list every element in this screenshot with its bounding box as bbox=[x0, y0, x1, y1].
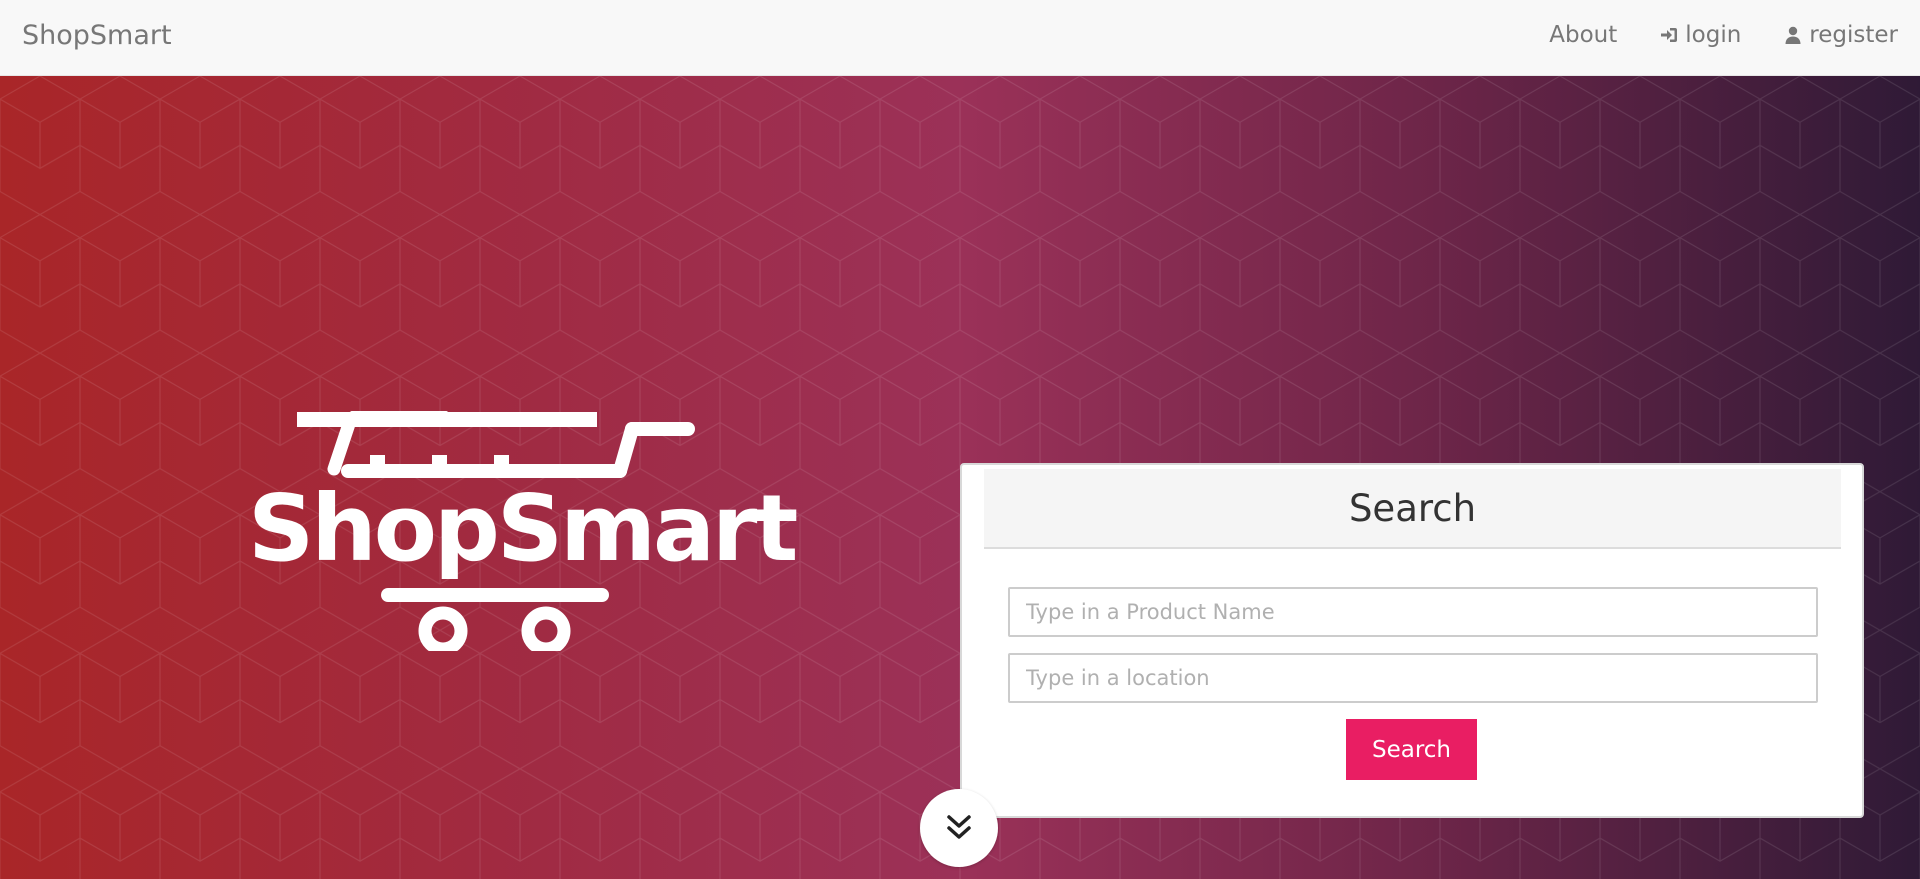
search-card-title: Search bbox=[1348, 487, 1477, 530]
search-card: Search Search bbox=[960, 463, 1864, 818]
nav-register-link[interactable]: register bbox=[1783, 22, 1898, 48]
hero-section: ShopSmart Search Search bbox=[0, 76, 1920, 879]
nav-register-label: register bbox=[1809, 22, 1898, 48]
nav-links: About login register bbox=[1507, 22, 1898, 48]
double-chevron-down-icon bbox=[947, 815, 971, 839]
nav-login-label: login bbox=[1685, 22, 1742, 48]
search-card-header: Search bbox=[984, 469, 1841, 549]
location-input[interactable] bbox=[1008, 653, 1818, 703]
sign-in-icon bbox=[1661, 28, 1678, 42]
scroll-down-button[interactable] bbox=[920, 789, 998, 867]
nav-about-label: About bbox=[1549, 22, 1618, 48]
shopsmart-logo: ShopSmart bbox=[240, 411, 798, 651]
logo-wordmark: ShopSmart bbox=[248, 475, 798, 582]
search-button[interactable]: Search bbox=[1346, 719, 1477, 780]
nav-about-link[interactable]: About bbox=[1549, 22, 1617, 48]
nav-login-link[interactable]: login bbox=[1659, 22, 1741, 48]
navbar: ShopSmart About login register bbox=[0, 0, 1920, 76]
brand-link[interactable]: ShopSmart bbox=[22, 20, 172, 51]
product-name-input[interactable] bbox=[1008, 587, 1818, 637]
user-icon bbox=[1785, 26, 1801, 44]
